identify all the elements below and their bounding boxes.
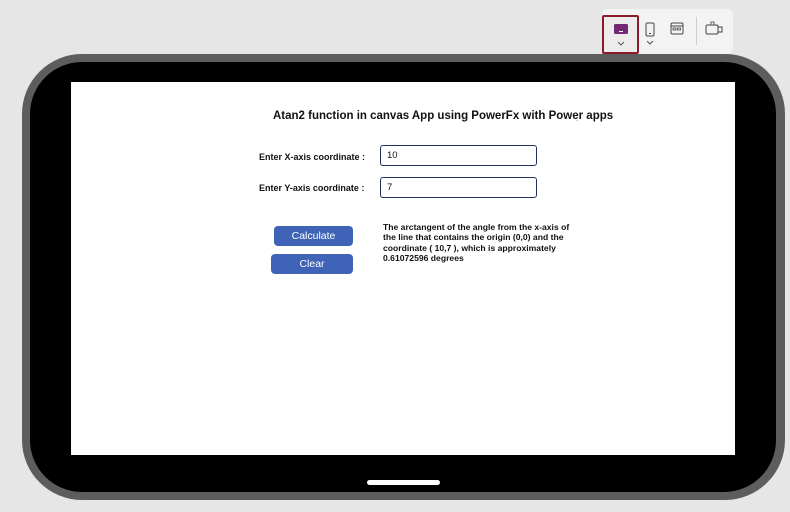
y-axis-label: Enter Y-axis coordinate : xyxy=(259,183,365,193)
phone-layout-button[interactable] xyxy=(642,15,662,51)
web-layout-button[interactable] xyxy=(668,15,688,51)
custom-size-button[interactable] xyxy=(703,15,725,51)
x-axis-label: Enter X-axis coordinate : xyxy=(259,152,366,162)
app-screen: Atan2 function in canvas App using Power… xyxy=(71,82,735,455)
title-mark: . xyxy=(576,116,578,123)
phone-icon xyxy=(645,22,655,45)
x-axis-input[interactable] xyxy=(380,145,537,166)
result-label: The arctangent of the angle from the x-a… xyxy=(383,222,570,263)
y-axis-input[interactable] xyxy=(380,177,537,198)
home-indicator xyxy=(367,480,440,485)
tablet-layout-button[interactable] xyxy=(602,15,639,54)
calculate-button[interactable]: Calculate xyxy=(274,226,353,246)
clear-button[interactable]: Clear xyxy=(271,254,353,274)
page-title: Atan2 function in canvas App using Power… xyxy=(273,110,614,122)
tablet-icon xyxy=(614,24,628,46)
custom-size-icon xyxy=(705,21,723,35)
web-layout-icon xyxy=(670,22,684,35)
toolbar-separator xyxy=(696,17,697,45)
device-toolbar xyxy=(602,9,733,54)
